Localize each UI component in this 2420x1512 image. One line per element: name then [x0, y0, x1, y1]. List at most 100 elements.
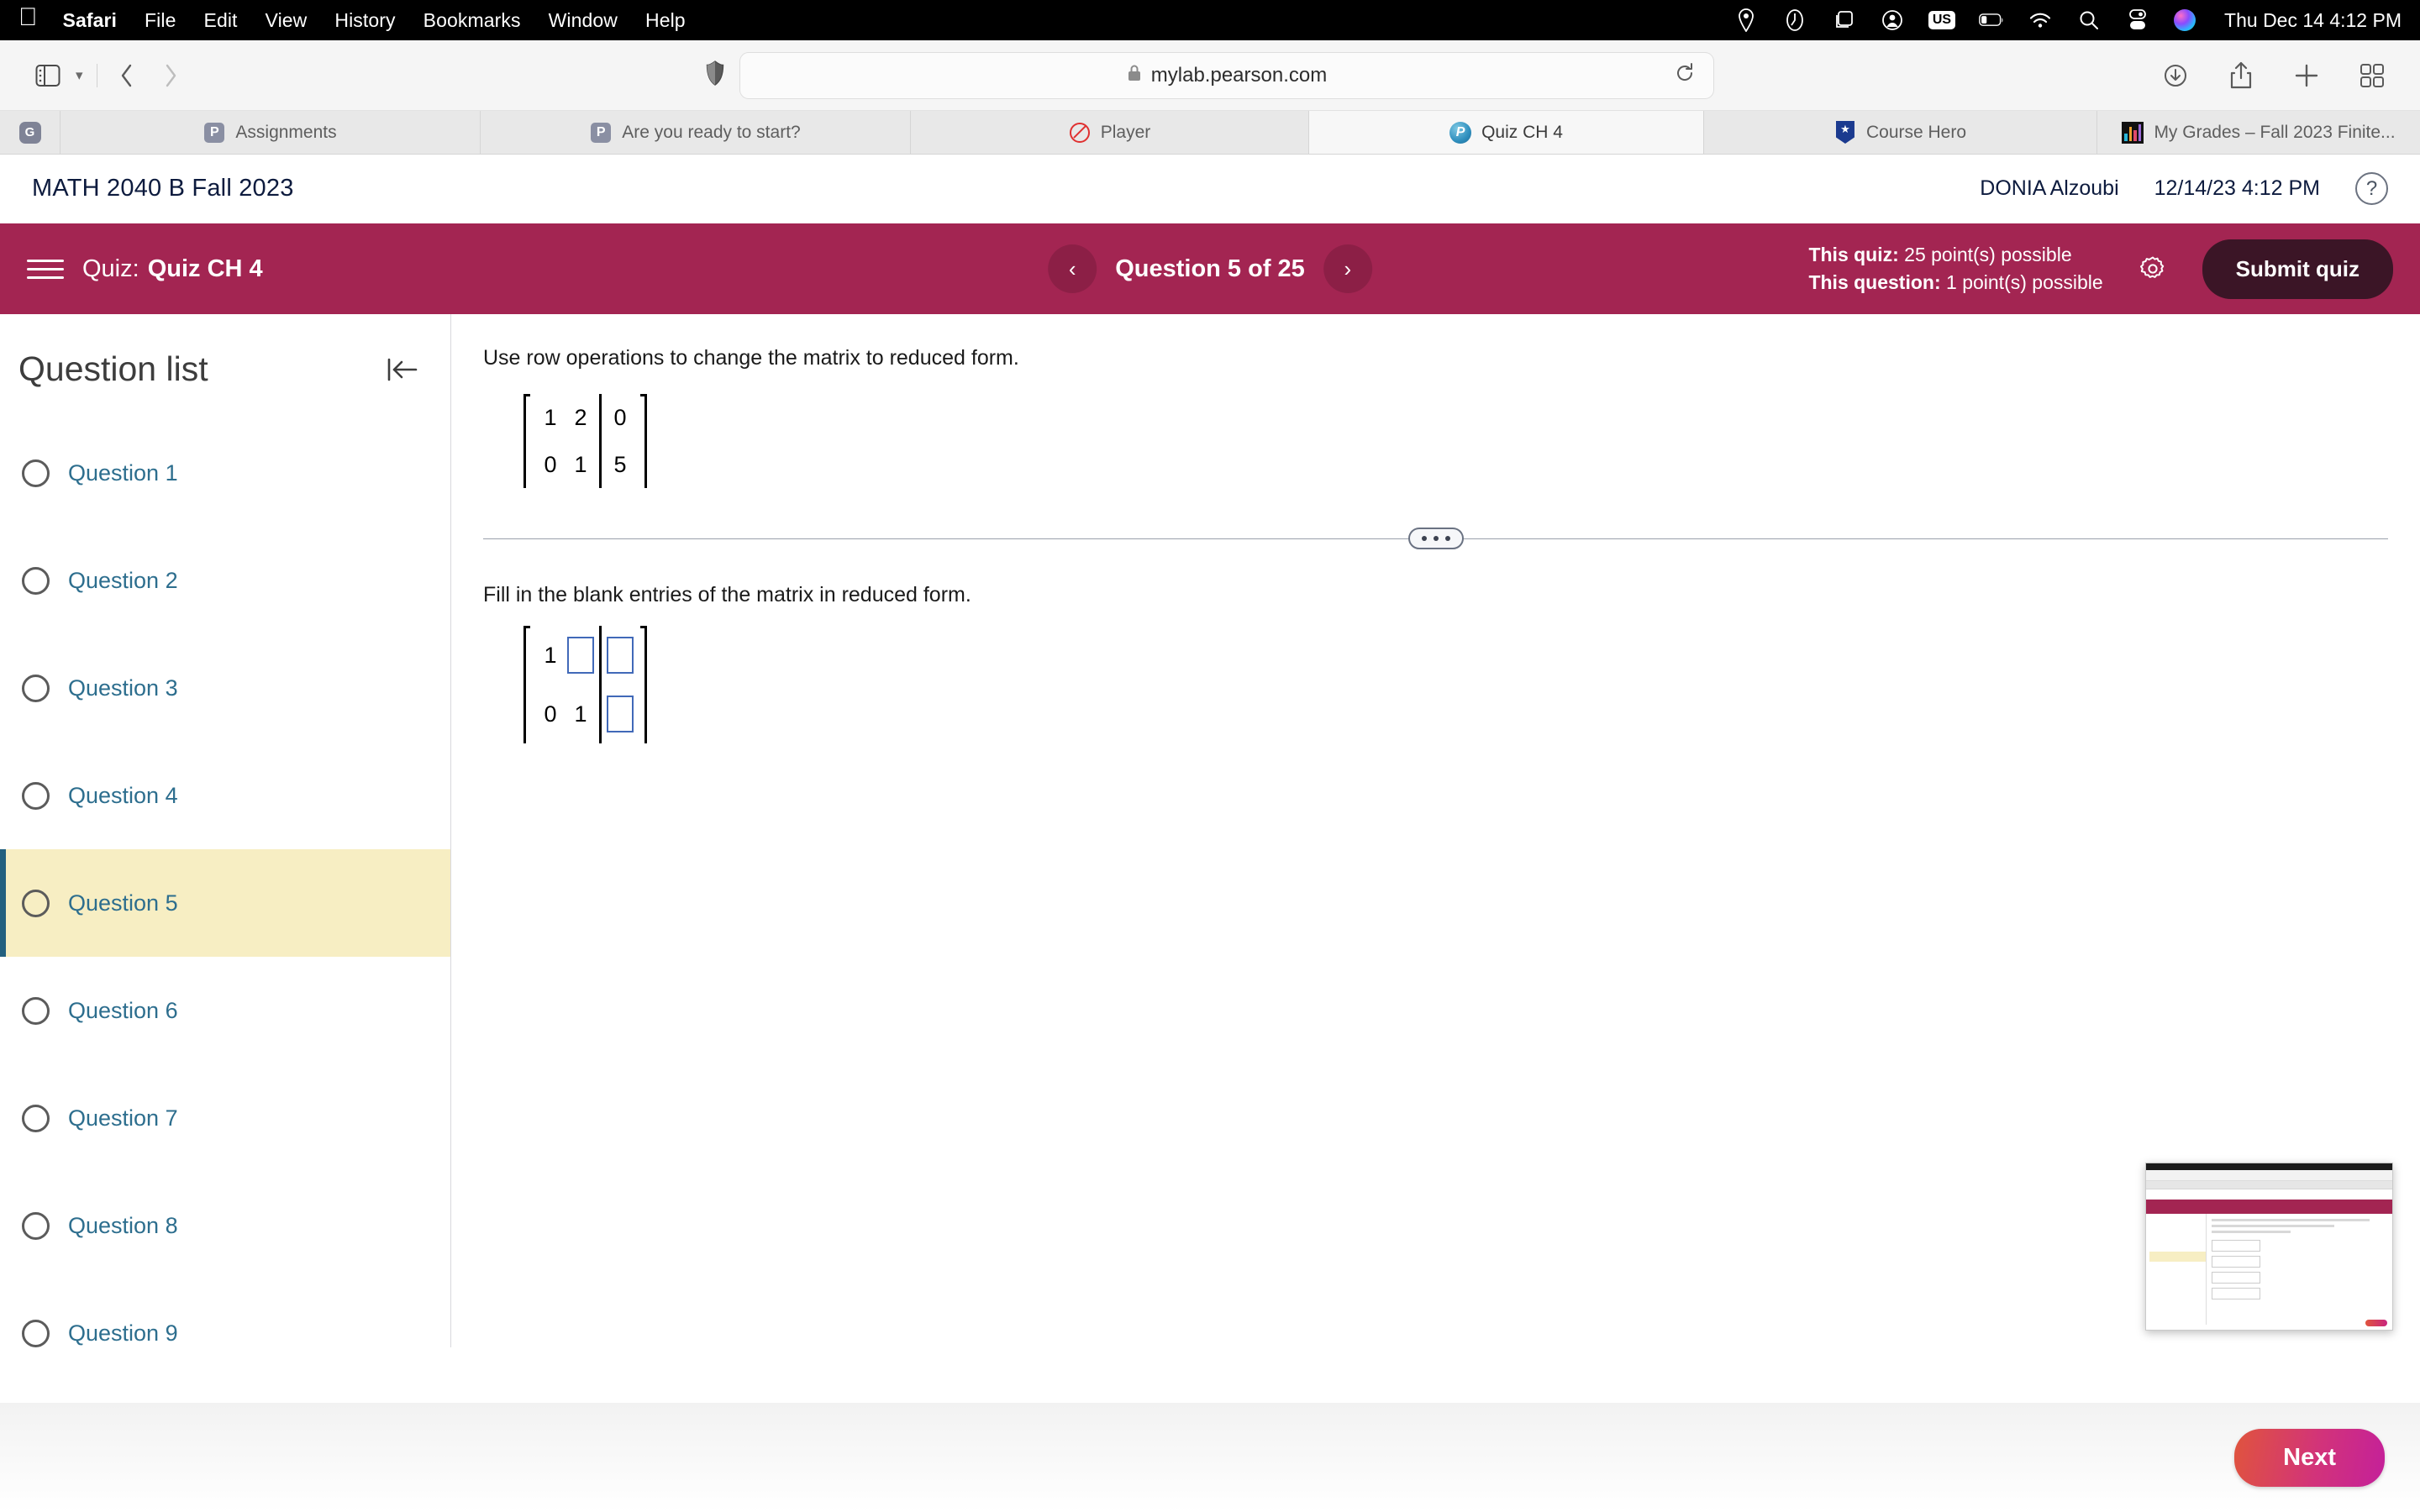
augmented-matrix-divider [599, 626, 602, 743]
screen-mirroring-icon[interactable] [1831, 8, 1856, 33]
answer-coefficient-block: 1 0 1 [535, 626, 596, 743]
menu-item-history[interactable]: History [334, 9, 395, 32]
chevron-down-icon[interactable]: ▾ [72, 67, 87, 84]
question-status-radio-icon[interactable] [22, 889, 50, 917]
collapse-panel-icon[interactable] [385, 355, 420, 384]
privacy-shield-icon[interactable] [706, 60, 724, 90]
macos-menu-bar:  Safari File Edit View History Bookmark… [0, 0, 2420, 40]
help-icon[interactable]: ? [2355, 172, 2388, 205]
quiz-prefix-label: Quiz: [82, 255, 139, 282]
matrix-right-bracket-icon [635, 626, 652, 743]
pearson-p-icon: P [590, 122, 612, 144]
tab-assignments[interactable]: P Assignments [60, 111, 481, 154]
matrix-cell: 1 [574, 701, 587, 727]
grades-chart-icon [2122, 121, 2144, 144]
menu-item-safari[interactable]: Safari [63, 9, 118, 32]
quiz-points-value: 25 point(s) possible [1898, 243, 2072, 265]
gear-icon[interactable] [2137, 253, 2169, 285]
sidebar-item-question-2[interactable]: Question 2 [0, 527, 450, 634]
tab-player[interactable]: Player [911, 111, 1309, 154]
control-center-icon[interactable] [2125, 8, 2150, 33]
previous-question-button[interactable]: ‹ [1048, 244, 1097, 293]
menu-item-window[interactable]: Window [549, 9, 618, 32]
tab-overview-icon[interactable] [2353, 57, 2391, 94]
menu-item-edit[interactable]: Edit [204, 9, 238, 32]
menu-bar-clock[interactable]: Thu Dec 14 4:12 PM [2224, 9, 2402, 32]
answer-matrix-columns: 1 0 1 [535, 626, 635, 743]
sidebar-item-question-6[interactable]: Question 6 [0, 957, 450, 1064]
reload-icon[interactable] [1675, 62, 1695, 88]
sidebar-item-question-1[interactable]: Question 1 [0, 419, 450, 527]
question-points-label: This question: [1808, 271, 1941, 293]
tab-course-hero[interactable]: ★ Course Hero [1704, 111, 2097, 154]
sidebar-toggle-icon[interactable] [29, 57, 67, 94]
answer-input-r2c3[interactable] [607, 696, 634, 732]
matrix-row: 1 2 [535, 394, 596, 441]
question-footer-bar: Next [0, 1403, 2420, 1512]
matrix-constant-block: 0 5 [605, 394, 635, 488]
question-list-header: Question list [0, 314, 450, 389]
matrix-cell-input-wrapper [605, 626, 635, 685]
tab-are-you-ready-to-start[interactable]: P Are you ready to start? [481, 111, 911, 154]
question-status-radio-icon[interactable] [22, 674, 50, 702]
clock-icon[interactable] [1782, 8, 1807, 33]
question-status-radio-icon[interactable] [22, 781, 50, 810]
battery-icon[interactable] [1979, 8, 2004, 33]
question-status-radio-icon[interactable] [22, 459, 50, 487]
given-matrix: 1 2 0 1 0 5 [515, 394, 655, 488]
tab-quiz-ch-4[interactable]: P Quiz CH 4 [1309, 111, 1704, 154]
sidebar-item-question-7[interactable]: Question 7 [0, 1064, 450, 1172]
answer-input-r1c3[interactable] [607, 637, 634, 674]
apple-menu-icon[interactable]:  [18, 5, 38, 30]
question-status-radio-icon[interactable] [22, 566, 50, 595]
question-status-radio-icon[interactable] [22, 1319, 50, 1347]
sidebar-item-label: Question 5 [68, 890, 178, 916]
question-status-radio-icon[interactable] [22, 996, 50, 1025]
hamburger-menu-icon[interactable] [27, 259, 64, 279]
matrix-row: 0 1 [535, 685, 596, 743]
share-icon[interactable] [2222, 57, 2260, 94]
next-question-button[interactable]: › [1323, 244, 1372, 293]
siri-icon[interactable] [2174, 9, 2196, 31]
panel-splitter[interactable] [483, 528, 2388, 549]
wifi-icon[interactable] [2028, 8, 2053, 33]
question-counter: Question 5 of 25 [1115, 255, 1305, 282]
input-source-us-icon[interactable]: US [1928, 11, 1956, 29]
resize-handle-icon[interactable] [1407, 528, 1464, 549]
sidebar-item-question-5[interactable]: Question 5 [0, 849, 450, 957]
back-arrow-icon[interactable] [108, 57, 146, 94]
tab-my-grades[interactable]: My Grades – Fall 2023 Finite... [2097, 111, 2420, 154]
sidebar-item-question-8[interactable]: Question 8 [0, 1172, 450, 1279]
menu-item-view[interactable]: View [266, 9, 308, 32]
question-status-radio-icon[interactable] [22, 1211, 50, 1240]
menu-item-file[interactable]: File [145, 9, 176, 32]
sidebar-item-question-9[interactable]: Question 9 [0, 1279, 450, 1347]
matrix-cell-input-wrapper [566, 626, 596, 685]
question-status-radio-icon[interactable] [22, 1104, 50, 1132]
spotlight-search-icon[interactable] [2076, 8, 2102, 33]
question-list-title: Question list [18, 349, 208, 388]
timestamp-label: 12/14/23 4:12 PM [2154, 176, 2320, 200]
location-icon[interactable] [1733, 8, 1759, 33]
menu-item-help[interactable]: Help [645, 9, 686, 32]
pearson-p-icon: P [203, 122, 225, 144]
tab-google[interactable]: G [0, 111, 60, 154]
page-title: MATH 2040 B Fall 2023 [32, 175, 294, 202]
sidebar-item-question-4[interactable]: Question 4 [0, 742, 450, 849]
downloads-icon[interactable] [2156, 57, 2195, 94]
matrix-row: 0 1 [535, 441, 596, 488]
forward-arrow-icon[interactable] [151, 57, 190, 94]
answer-input-r1c2[interactable] [567, 637, 594, 674]
next-button[interactable]: Next [2234, 1428, 2385, 1487]
sidebar-item-question-3[interactable]: Question 3 [0, 634, 450, 742]
tab-label: My Grades – Fall 2023 Finite... [2154, 122, 2396, 142]
url-bar[interactable]: mylab.pearson.com [739, 51, 1714, 99]
page-header: MATH 2040 B Fall 2023 DONIA Alzoubi 12/1… [0, 155, 2420, 223]
plus-icon[interactable] [2287, 57, 2326, 94]
browser-toolbar: ▾ mylab.pearson.com [0, 40, 2420, 111]
question-preview-thumbnail[interactable] [2145, 1163, 2393, 1331]
menu-item-bookmarks[interactable]: Bookmarks [424, 9, 521, 32]
user-account-icon[interactable] [1880, 8, 1905, 33]
matrix-row: 0 [605, 394, 635, 441]
submit-quiz-button[interactable]: Submit quiz [2202, 239, 2393, 299]
